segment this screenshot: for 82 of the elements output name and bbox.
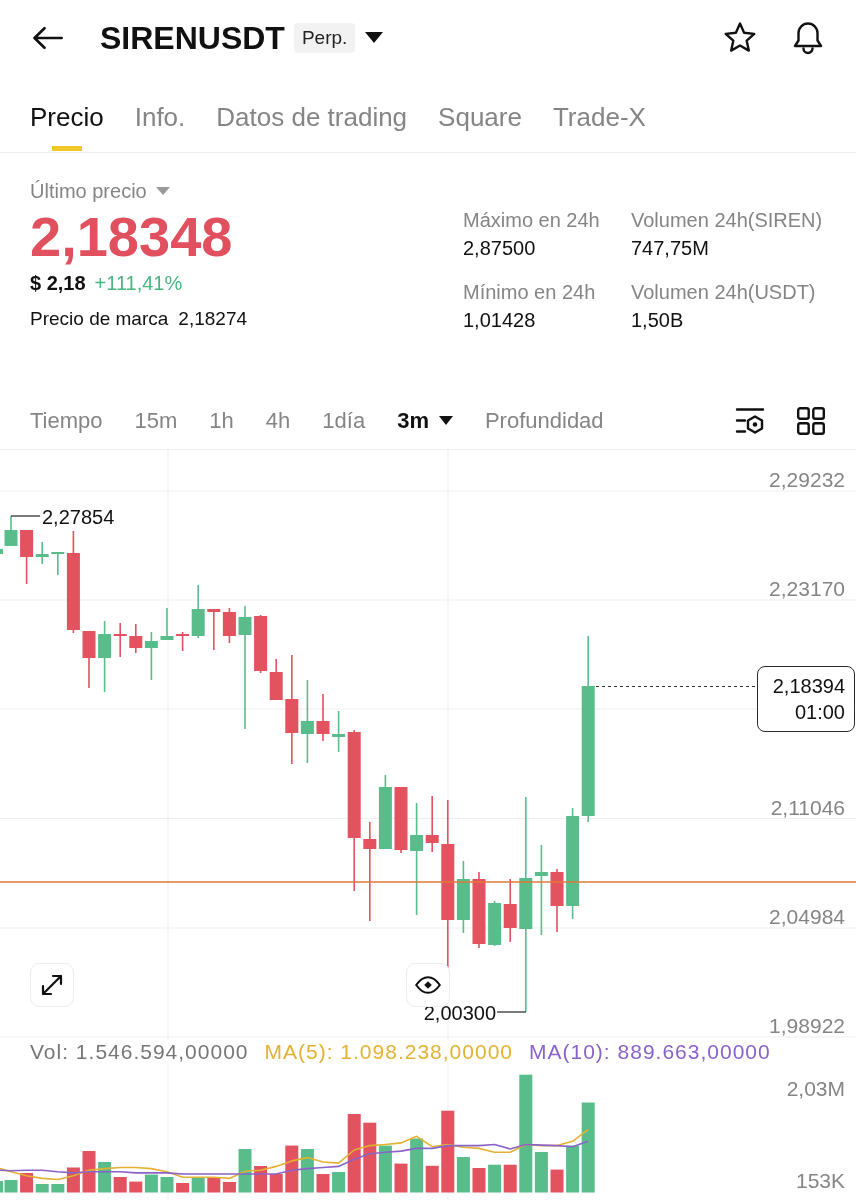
volume-bar <box>285 1145 299 1193</box>
stat-value: 1,01428 <box>463 308 537 333</box>
volume-bar <box>207 1178 221 1193</box>
last-price: 2,18348 <box>30 205 234 269</box>
high-price-label: 2,27854 <box>42 505 115 529</box>
stat-label: Mínimo en 24h <box>463 280 597 305</box>
stat-value: 747,75M <box>631 236 710 261</box>
axis-label: 2,29232 <box>769 468 845 492</box>
interval-tab[interactable]: Profundidad <box>484 406 604 435</box>
volume-bar <box>394 1163 408 1193</box>
bell-icon[interactable] <box>792 20 824 55</box>
tab[interactable]: Info. <box>134 75 186 152</box>
expand-icon <box>40 973 64 997</box>
list-settings-icon[interactable] <box>735 406 765 435</box>
tab[interactable]: Trade-X <box>552 75 646 152</box>
candlestick <box>0 549 3 554</box>
stat-label: Máximo en 24h <box>463 208 601 233</box>
caret-icon[interactable] <box>365 32 384 43</box>
candlestick <box>394 787 408 853</box>
price-change: +111,41% <box>94 271 183 296</box>
interval-tab[interactable]: 4h <box>265 406 291 435</box>
price-tag-value: 2,18394 <box>772 674 845 699</box>
stat-label: Volumen 24h(SIREN) <box>631 208 824 233</box>
candlestick <box>207 609 221 650</box>
candlestick <box>550 869 564 932</box>
back-icon[interactable] <box>33 25 63 50</box>
legend-text: MA(10): 889.663,00000 <box>529 1040 771 1064</box>
stat-value: 2,87500 <box>463 236 537 261</box>
candlestick <box>222 608 236 643</box>
axis-label: 153K <box>795 1169 845 1193</box>
legend-text: Vol: 1.546.594,00000 <box>30 1040 249 1064</box>
contract-badge: Perp. <box>293 22 356 53</box>
caret-icon <box>438 416 453 425</box>
stat-label: Volumen 24h(USDT) <box>631 280 817 305</box>
candlestick <box>316 694 330 741</box>
fiat-price: $ 2,18 <box>30 271 86 296</box>
axis-label: 2,03M <box>786 1077 845 1101</box>
axis-label: 2,23170 <box>769 577 845 601</box>
interval-tab[interactable]: 3m <box>397 406 453 435</box>
interval-tab[interactable]: 1día <box>322 406 366 435</box>
eye-button[interactable] <box>406 963 450 1007</box>
leader-line <box>496 1011 527 1013</box>
tab[interactable]: Precio <box>30 75 104 152</box>
stat-value: 1,50B <box>631 308 685 333</box>
leader-line <box>10 515 41 517</box>
tab[interactable]: Datos de trading <box>216 75 408 152</box>
volume-bar <box>550 1169 564 1193</box>
candlestick <box>269 659 283 700</box>
low-price-label: 2,00300 <box>423 1001 496 1025</box>
axis-label: 1,98922 <box>769 1014 845 1038</box>
interval-tab[interactable]: 1h <box>209 406 234 435</box>
eye-icon <box>415 976 441 994</box>
volume-bar <box>222 1182 236 1193</box>
volume-bar <box>503 1164 517 1193</box>
candlestick <box>488 901 502 946</box>
volume-bar <box>160 1177 174 1193</box>
axis-label: 2,11046 <box>770 795 845 820</box>
volume-bar <box>316 1174 330 1193</box>
star-icon[interactable] <box>723 21 757 54</box>
legend-text: MA(5): 1.098.238,00000 <box>264 1040 513 1064</box>
candlestick <box>503 879 517 942</box>
candlestick <box>160 608 174 640</box>
pair-title: SIRENUSDT <box>100 18 285 58</box>
mark-price-label: Precio de marca <box>30 307 169 331</box>
interval-tab[interactable]: 15m <box>134 406 178 435</box>
volume-bar <box>472 1168 486 1193</box>
price-label: Último precio <box>30 179 147 204</box>
tab[interactable]: Square <box>438 75 522 152</box>
volume-bar <box>82 1151 96 1193</box>
expand-button[interactable] <box>30 963 74 1007</box>
interval-tab[interactable]: Tiempo <box>30 406 103 435</box>
volume-bar <box>488 1164 502 1193</box>
volume-bar <box>238 1149 252 1193</box>
volume-bar <box>300 1149 314 1193</box>
candlestick <box>82 631 96 688</box>
countdown-text: 01:00 <box>794 700 845 725</box>
mark-price-value: 2,18274 <box>178 307 248 331</box>
candlestick <box>4 516 18 546</box>
grid-icon[interactable] <box>797 406 825 435</box>
volume-bar <box>269 1174 283 1193</box>
candlestick <box>254 615 268 673</box>
axis-label: 2,04984 <box>769 905 845 929</box>
